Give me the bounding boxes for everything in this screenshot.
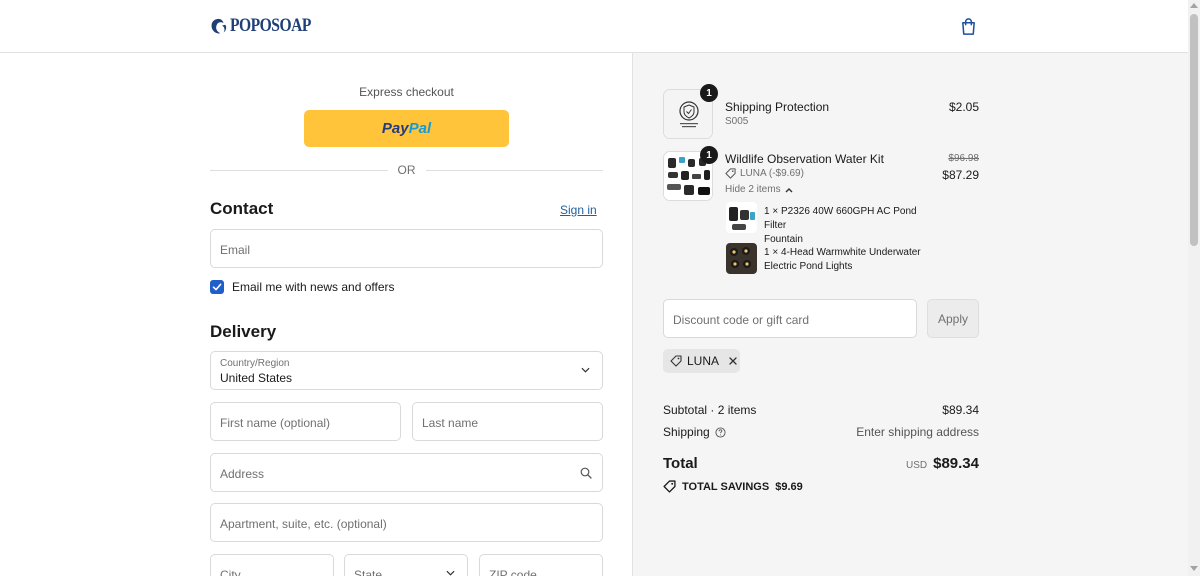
page-scrollbar[interactable]: [1188, 0, 1200, 576]
zip-field[interactable]: ZIP code: [479, 554, 603, 576]
brand-logo[interactable]: POPOSOAP: [210, 14, 329, 38]
city-field[interactable]: City: [210, 554, 334, 576]
delivery-heading: Delivery: [210, 322, 277, 341]
tag-icon: [670, 355, 682, 367]
savings-label: TOTAL SAVINGS: [682, 480, 770, 493]
bundle-item-line: 1 × 4-Head Warmwhite Underwater: [764, 247, 921, 258]
paypal-logo: PayPal: [381, 120, 432, 137]
first-name-field[interactable]: First name (optional): [210, 402, 401, 441]
contact-heading: Contact: [210, 199, 274, 218]
item-price: $87.29: [942, 168, 979, 182]
shipping-row: Shipping: [663, 425, 726, 439]
total-value: $89.34: [933, 455, 979, 472]
state-select[interactable]: State: [344, 554, 468, 576]
tag-icon: [663, 480, 676, 493]
apply-discount-button[interactable]: Apply: [927, 299, 979, 338]
item-discount: LUNA (-$9.69): [725, 168, 804, 179]
last-name-field[interactable]: Last name: [412, 402, 603, 441]
newsletter-option[interactable]: Email me with news and offers: [210, 280, 395, 294]
state-placeholder: State: [354, 568, 383, 576]
discount-code-field[interactable]: Discount code or gift card: [663, 299, 917, 338]
last-name-placeholder: Last name: [422, 416, 479, 430]
item-name: Shipping Protection: [725, 100, 830, 114]
discount-label: LUNA (-$9.69): [740, 168, 804, 179]
item-name: Wildlife Observation Water Kit: [725, 152, 884, 166]
chevron-down-icon: [581, 367, 590, 373]
quantity-badge: 1: [700, 84, 718, 102]
email-field[interactable]: Email: [210, 229, 603, 268]
wave-logo-icon: [211, 18, 227, 33]
applied-code: LUNA: [687, 354, 720, 368]
bundle-item-line: Fountain: [764, 234, 803, 245]
chevron-up-icon: [785, 187, 793, 192]
search-icon: [580, 467, 592, 479]
subtotal-label: Subtotal · 2 items: [663, 403, 757, 417]
checkmark-icon: [212, 283, 222, 291]
total-amount-row: USD $89.34: [820, 455, 979, 472]
hide-items-toggle[interactable]: Hide 2 items: [725, 184, 793, 195]
hide-items-label: Hide 2 items: [725, 184, 781, 195]
chevron-down-icon: [446, 570, 455, 576]
total-label: Total: [663, 455, 698, 472]
applied-discount-chip: LUNA: [663, 349, 740, 373]
checkout-form: Express checkout PayPal OR Contact Sign …: [0, 53, 632, 576]
currency-code: USD: [905, 460, 928, 471]
quantity-badge: 1: [700, 146, 718, 164]
address-field[interactable]: Address: [210, 453, 603, 492]
country-label: Country/Region: [220, 358, 290, 369]
subtotal-value: $89.34: [942, 403, 979, 417]
help-icon[interactable]: [715, 426, 726, 438]
scroll-down-arrow-icon[interactable]: [1190, 566, 1198, 571]
address-placeholder: Address: [220, 467, 265, 481]
bundle-item-line: 1 × P2326 40W 660GPH AC Pond Filter: [764, 206, 917, 231]
shipping-value: Enter shipping address: [856, 425, 979, 439]
original-price: $96.98: [948, 153, 979, 164]
pond-lights-image: [726, 243, 757, 274]
scrollbar-thumb[interactable]: [1190, 14, 1198, 246]
email-placeholder: Email: [220, 243, 251, 257]
header: POPOSOAP: [0, 0, 1188, 53]
bundle-item-thumbnail: [726, 202, 757, 233]
city-placeholder: City: [220, 568, 241, 576]
or-label: OR: [397, 163, 416, 177]
bundle-item-line: Electric Pond Lights: [764, 261, 853, 272]
pond-filter-image: [726, 202, 757, 233]
bundle-item-thumbnail: [726, 243, 757, 274]
express-checkout-title: Express checkout: [359, 85, 454, 99]
bundle-item-text: 1 × 4-Head Warmwhite Underwater Electric…: [764, 246, 939, 274]
country-value: United States: [220, 371, 293, 385]
savings-value: $9.69: [775, 480, 803, 493]
brand-name: POPOSOAP: [230, 15, 311, 36]
zip-placeholder: ZIP code: [489, 568, 537, 576]
apartment-placeholder: Apartment, suite, etc. (optional): [220, 517, 387, 531]
newsletter-checkbox[interactable]: [210, 280, 224, 294]
shopping-bag-icon[interactable]: [959, 17, 978, 36]
sign-in-link[interactable]: Sign in: [560, 203, 597, 217]
tag-icon: [725, 168, 736, 179]
discount-placeholder: Discount code or gift card: [673, 313, 810, 327]
or-divider: OR: [210, 163, 603, 177]
item-sku: S005: [725, 116, 749, 127]
country-select[interactable]: Country/Region United States: [210, 351, 603, 390]
apartment-field[interactable]: Apartment, suite, etc. (optional): [210, 503, 603, 542]
total-savings: TOTAL SAVINGS $9.69: [663, 480, 803, 493]
scroll-up-arrow-icon[interactable]: [1190, 3, 1198, 8]
close-icon[interactable]: [728, 356, 738, 366]
shipping-label: Shipping: [663, 425, 710, 439]
item-price: $2.05: [948, 100, 979, 114]
paypal-button[interactable]: PayPal: [304, 110, 509, 147]
bundle-item-text: 1 × P2326 40W 660GPH AC Pond Filter Foun…: [764, 205, 939, 247]
first-name-placeholder: First name (optional): [220, 416, 331, 430]
newsletter-label: Email me with news and offers: [232, 280, 395, 294]
